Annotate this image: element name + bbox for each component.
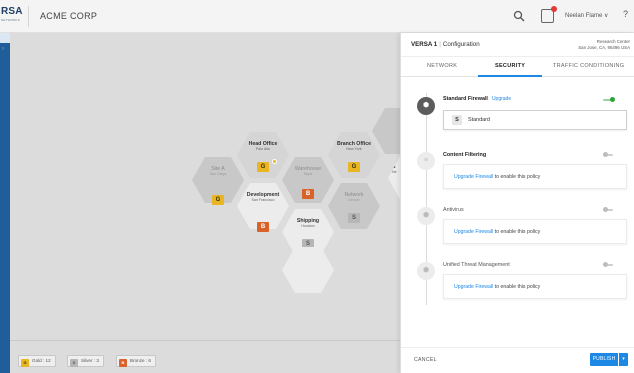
panel-title: VERSA 1 | Configuration	[411, 41, 480, 48]
toggle-knob	[603, 207, 608, 212]
policy-title-utm: Unified Threat Management	[443, 262, 510, 268]
legend-silver-label: Silver : 3	[81, 358, 99, 363]
standard-firewall-selection[interactable]: S Standard	[443, 110, 627, 130]
hex-node-partial-right[interactable]: S Ne	[388, 155, 400, 201]
chevron-right-icon[interactable]: ›	[2, 46, 4, 52]
legend-bronze-label: Bronze : 6	[130, 358, 151, 363]
publish-dropdown-icon[interactable]: ▾	[619, 353, 628, 366]
hex-node-bronze[interactable]: B	[237, 209, 289, 255]
top-bar: RSA NETWORKS ACME CORP Neelan Flame ∨ ?	[0, 0, 634, 33]
logo-subtext: NETWORKS	[1, 18, 20, 22]
shield-icon: ⬢	[417, 97, 435, 115]
policy-message-tail: to enable this policy	[494, 229, 541, 235]
help-icon[interactable]: ?	[623, 9, 628, 19]
upgrade-link[interactable]: Upgrade	[492, 96, 511, 102]
tier-badge: G	[348, 162, 360, 172]
node-location: Houston	[301, 224, 315, 228]
cancel-button[interactable]: CANCEL	[414, 357, 437, 363]
node-location: New York	[346, 147, 362, 151]
tier-badge: B	[257, 222, 269, 232]
policy-title-content-filtering: Content Filtering	[443, 152, 487, 158]
panel-tabs: NETWORK SECURITY TRAFFIC CONDITIONING	[401, 57, 634, 77]
legend-gold-swatch: G	[21, 359, 29, 367]
tab-security[interactable]: SECURITY	[495, 63, 525, 69]
policy-message-tail: to enable this policy	[494, 174, 541, 180]
filter-icon: ≡	[417, 152, 435, 170]
user-menu[interactable]: Neelan Flame ∨	[565, 12, 608, 19]
policy-message: Upgrade Firewall to enable this policy	[454, 229, 540, 235]
tab-traffic-conditioning[interactable]: TRAFFIC CONDITIONING	[553, 63, 624, 69]
publish-button[interactable]: PUBLISH	[590, 353, 618, 366]
utm-toggle[interactable]	[603, 262, 615, 267]
tab-network[interactable]: NETWORK	[427, 63, 457, 69]
left-rail: ›	[0, 33, 10, 373]
antivirus-icon: ⬢	[417, 207, 435, 225]
legend-bronze-swatch: B	[119, 359, 127, 367]
node-location: Palo Alto	[255, 147, 271, 151]
policy-title-standard-firewall: Standard Firewall Upgrade	[443, 96, 511, 102]
config-panel: VERSA 1 | Configuration Research Center Sa…	[400, 33, 634, 373]
site-address: San Jose, CA, 95496 USA	[578, 45, 630, 50]
tier-legend: G Gold : 12 S Silver : 3 B Bronze : 6	[10, 340, 400, 373]
policy-message: Upgrade Firewall to enable this policy	[454, 174, 540, 180]
alert-dot	[551, 6, 557, 12]
device-name: VERSA 1	[411, 41, 438, 48]
utm-icon: ⬢	[417, 262, 435, 280]
hex-node-branch-office[interactable]: Branch Office New York G	[328, 132, 380, 178]
search-icon[interactable]	[513, 10, 525, 22]
toggle-knob	[603, 152, 608, 157]
toggle-knob	[610, 97, 615, 102]
policy-message-tail: to enable this policy	[494, 284, 541, 290]
rail-toggle[interactable]	[0, 33, 10, 43]
logo-text: RSA	[1, 6, 23, 17]
node-location: Denver	[348, 198, 360, 202]
antivirus-toggle[interactable]	[603, 207, 615, 212]
node-location: San Diego	[209, 172, 227, 176]
hex-node-head-office[interactable]: Head Office Palo Alto G	[237, 132, 289, 178]
legend-gold[interactable]: G Gold : 12	[18, 355, 56, 367]
policy-title-antivirus: Antivirus	[443, 207, 464, 213]
tier-badge: S	[348, 213, 360, 223]
node-location: Ne	[392, 170, 397, 174]
node-location: San Francisco	[251, 198, 275, 202]
panel-section: Configuration	[442, 41, 480, 48]
divider	[28, 6, 29, 27]
upgrade-firewall-link[interactable]: Upgrade Firewall	[454, 174, 493, 180]
hex-node-warehouse[interactable]: Warehouse Napa B	[282, 157, 334, 203]
standard-firewall-toggle[interactable]	[603, 97, 615, 102]
policy-message: Upgrade Firewall to enable this policy	[454, 284, 540, 290]
legend-bronze[interactable]: B Bronze : 6	[116, 355, 156, 367]
logo[interactable]: RSA NETWORKS	[0, 6, 28, 26]
legend-silver-swatch: S	[70, 359, 78, 367]
upgrade-firewall-link[interactable]: Upgrade Firewall	[454, 284, 493, 290]
hex-node-partial[interactable]	[372, 108, 400, 154]
content-filtering-box: Upgrade Firewall to enable this policy	[443, 164, 627, 189]
upgrade-firewall-link[interactable]: Upgrade Firewall	[454, 229, 493, 235]
standard-text: Standard	[468, 117, 490, 123]
user-name: Neelan Flame	[565, 13, 603, 19]
utm-box: Upgrade Firewall to enable this policy	[443, 274, 627, 299]
tier-badge: B	[302, 189, 314, 199]
policy-title: Standard Firewall	[443, 96, 488, 102]
site-info: Research Center San Jose, CA, 95496 USA	[578, 39, 630, 51]
standard-badge: S	[452, 115, 462, 125]
star-icon	[272, 159, 277, 164]
content-filtering-toggle[interactable]	[603, 152, 615, 157]
chevron-down-icon: ∨	[604, 13, 609, 19]
topology-canvas[interactable]: S Ne Head Office Palo Alto G Branch Offi…	[10, 33, 400, 340]
panel-header: VERSA 1 | Configuration Research Center Sa…	[401, 33, 634, 57]
hex-node-network[interactable]: Network Denver S	[328, 183, 380, 229]
tier-badge: G	[212, 195, 224, 205]
antivirus-box: Upgrade Firewall to enable this policy	[443, 219, 627, 244]
panel-footer: CANCEL PUBLISH ▾	[401, 347, 634, 373]
hex-node-empty[interactable]	[282, 247, 334, 293]
legend-silver[interactable]: S Silver : 3	[67, 355, 104, 367]
legend-gold-label: Gold : 12	[32, 358, 51, 363]
tier-badge: G	[257, 162, 269, 172]
toggle-knob	[603, 262, 608, 267]
company-name: ACME CORP	[40, 11, 98, 21]
active-tab-indicator	[478, 75, 542, 77]
alert-icon[interactable]	[541, 6, 557, 23]
node-location: Napa	[303, 172, 313, 176]
